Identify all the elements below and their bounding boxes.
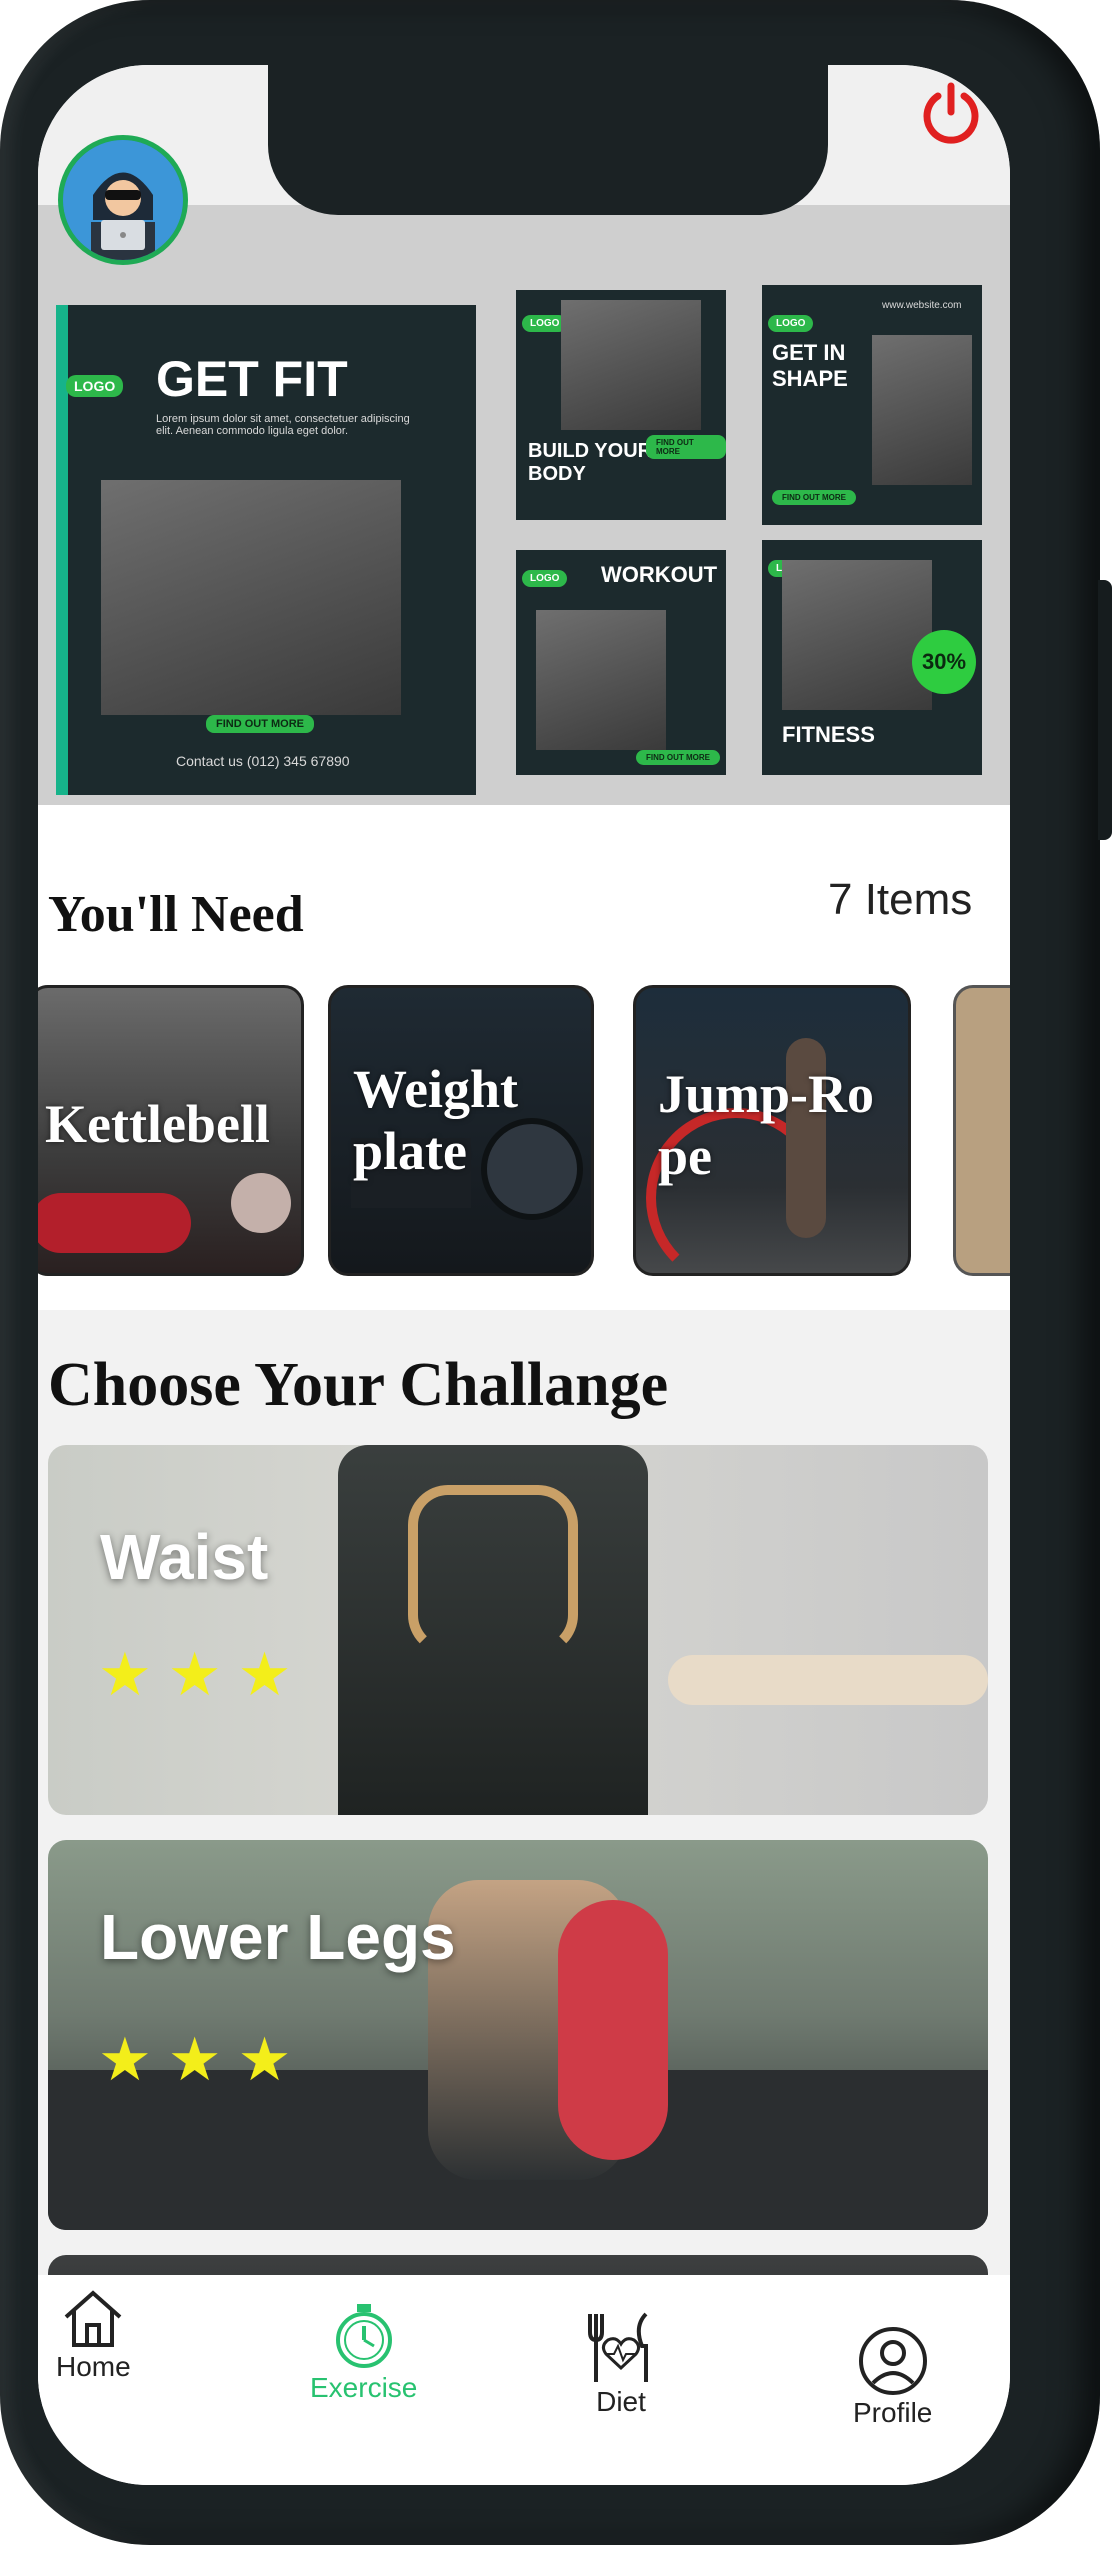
- challenge-card-waist[interactable]: Waist ★★★: [48, 1445, 988, 1815]
- promo-banner[interactable]: LOGO GET FIT Lorem ipsum dolor sit amet,…: [38, 205, 1010, 805]
- find-out-more-button[interactable]: FIND OUT MORE: [646, 435, 726, 459]
- challenge-label: Lower Legs: [100, 1901, 456, 1973]
- promo-photo: [101, 480, 401, 715]
- find-out-more-button[interactable]: FIND OUT MORE: [636, 750, 720, 765]
- nav-exercise[interactable]: Exercise: [310, 2300, 417, 2404]
- section-title-equipment: You'll Need: [48, 886, 304, 943]
- challenge-card-lower-legs[interactable]: Lower Legs ★★★: [48, 1840, 988, 2230]
- promo-card-shape[interactable]: LOGO www.website.com GET IN SHAPE FIND O…: [762, 285, 982, 525]
- promo-main[interactable]: LOGO GET FIT Lorem ipsum dolor sit amet,…: [56, 305, 476, 795]
- equipment-count[interactable]: 7 Items: [828, 875, 972, 925]
- equipment-card-jump-rope[interactable]: Jump-Rope: [633, 985, 911, 1276]
- bottom-nav: Home Exercise Diet Profile: [38, 2275, 1010, 2485]
- star-rating: ★★★: [98, 2026, 308, 2093]
- nav-diet[interactable]: Diet: [586, 2310, 656, 2418]
- equipment-label: Weight plate: [353, 1059, 519, 1182]
- equipment-label: Jump-Rope: [658, 1064, 875, 1187]
- promo-title: WORKOUT: [601, 562, 718, 587]
- promo-title: GET FIT: [156, 351, 348, 407]
- promo-card-workout[interactable]: LOGO WORKOUT FIND OUT MORE: [516, 550, 726, 775]
- star-rating: ★★★: [98, 1641, 308, 1708]
- equipment-card-kettlebell[interactable]: Kettlebell: [38, 985, 304, 1276]
- discount-badge: 30%: [912, 630, 976, 694]
- power-icon[interactable]: [918, 80, 984, 146]
- equipment-label: Kettlebell: [45, 1094, 270, 1154]
- equipment-card-weight-plate[interactable]: Weight plate: [328, 985, 594, 1276]
- app-screen: LOGO GET FIT Lorem ipsum dolor sit amet,…: [38, 65, 1010, 2485]
- home-icon: [65, 2290, 122, 2347]
- hacker-avatar-icon: [63, 140, 183, 260]
- phone-side-button: [1098, 580, 1112, 840]
- nav-profile[interactable]: Profile: [853, 2325, 932, 2429]
- promo-logo: LOGO: [66, 375, 124, 397]
- nav-label: Exercise: [310, 2372, 418, 2403]
- promo-photo: [536, 610, 666, 750]
- promo-title: BUILD YOUR BODY: [528, 440, 653, 485]
- promo-logo: LOGO: [522, 570, 568, 587]
- profile-icon: [858, 2327, 927, 2395]
- section-title-challenges: Choose Your Challange: [48, 1351, 669, 1419]
- promo-title: GET IN SHAPE: [772, 340, 848, 391]
- promo-title: FITNESS: [782, 722, 875, 747]
- nav-label: Profile: [853, 2397, 933, 2428]
- find-out-more-button[interactable]: FIND OUT MORE: [206, 715, 314, 733]
- diet-icon: [588, 2312, 648, 2382]
- equipment-card-partial[interactable]: [953, 985, 1010, 1276]
- stopwatch-icon: [335, 2304, 392, 2368]
- nav-label: Diet: [596, 2386, 646, 2417]
- promo-website: www.website.com: [882, 300, 962, 311]
- promo-photo: [561, 300, 701, 430]
- promo-photo: [872, 335, 972, 485]
- promo-logo: LOGO: [768, 315, 814, 332]
- phone-notch: [268, 65, 828, 215]
- challenge-label: Waist: [100, 1521, 269, 1593]
- find-out-more-button[interactable]: FIND OUT MORE: [772, 490, 856, 505]
- nav-home[interactable]: Home: [56, 2285, 131, 2383]
- promo-card-build[interactable]: LOGO BUILD YOUR BODY FIND OUT MORE: [516, 290, 726, 520]
- promo-card-fitness[interactable]: LOGO 30% FITNESS: [762, 540, 982, 775]
- promo-photo: [782, 560, 932, 710]
- promo-contact: Contact us (012) 345 67890: [176, 753, 350, 769]
- user-avatar[interactable]: [58, 135, 188, 265]
- promo-body: Lorem ipsum dolor sit amet, consectetuer…: [156, 413, 410, 437]
- nav-label: Home: [56, 2351, 131, 2382]
